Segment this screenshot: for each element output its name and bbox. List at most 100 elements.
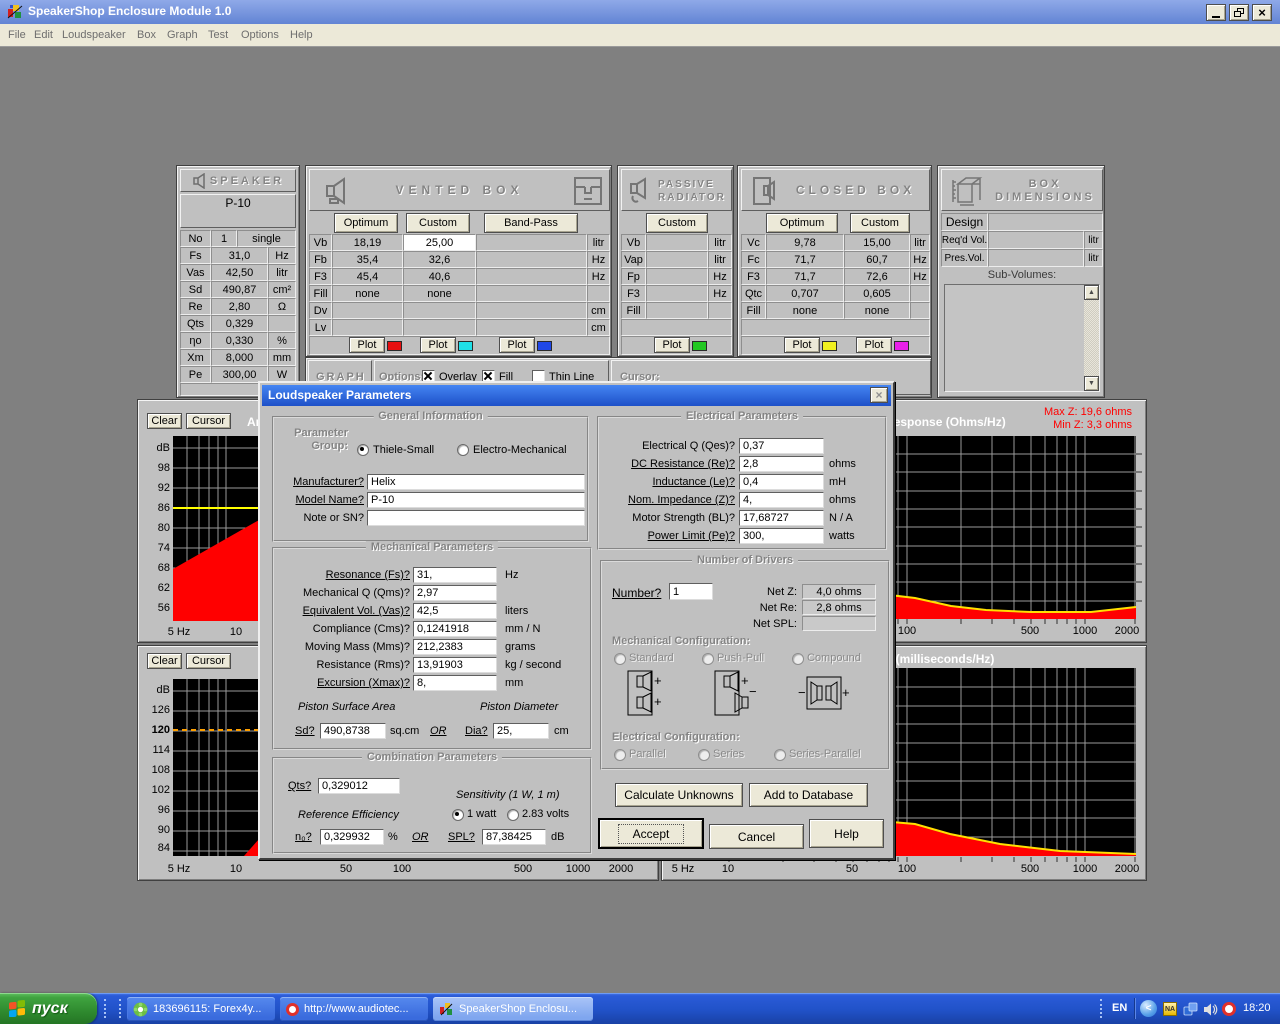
scroll-up-button[interactable]: ▲ xyxy=(1084,285,1099,300)
menu-graph[interactable]: Graph xyxy=(167,29,198,41)
speakershop-icon xyxy=(439,1002,454,1017)
minimize-button[interactable] xyxy=(1206,4,1226,21)
mms-field[interactable] xyxy=(413,639,497,655)
sd-field[interactable] xyxy=(320,723,386,739)
vented-custom-lv[interactable] xyxy=(403,319,476,336)
z-field[interactable] xyxy=(739,492,824,508)
tray-network-icon[interactable] xyxy=(1183,1002,1198,1017)
spl-cursor-button[interactable]: Cursor xyxy=(186,653,231,669)
qms-field[interactable] xyxy=(413,585,497,601)
vented-custom-button[interactable]: Custom xyxy=(406,213,470,233)
spl-clear-button[interactable]: Clear xyxy=(147,653,182,669)
no-field[interactable] xyxy=(320,829,384,845)
xmax-field[interactable] xyxy=(413,675,497,691)
vented-custom-plot-button[interactable]: Plot xyxy=(420,337,456,353)
tray-chevron-icon[interactable]: < xyxy=(1140,1000,1157,1017)
qes-field[interactable] xyxy=(739,438,824,454)
number-field[interactable] xyxy=(669,583,713,600)
menu-test[interactable]: Test xyxy=(208,29,228,41)
menu-options[interactable]: Options xyxy=(241,29,279,41)
restore-button[interactable] xyxy=(1229,4,1249,21)
vented-optimum-button[interactable]: Optimum xyxy=(334,213,398,233)
tray-antivirus-icon[interactable]: NA xyxy=(1163,1002,1177,1016)
language-indicator[interactable]: EN xyxy=(1112,1002,1127,1014)
vented-custom-fb[interactable]: 32,6 xyxy=(403,251,476,268)
bl-field[interactable] xyxy=(739,510,824,526)
pr-custom-fp[interactable] xyxy=(646,268,708,285)
tray-clock[interactable]: 18:20 xyxy=(1243,1002,1271,1014)
menu-file[interactable]: File xyxy=(8,29,26,41)
menu-edit[interactable]: Edit xyxy=(34,29,53,41)
vented-optimum-fill: none xyxy=(332,285,403,302)
re-field[interactable] xyxy=(739,456,824,472)
pr-plot-button[interactable]: Plot xyxy=(654,337,690,353)
one-watt-radio[interactable] xyxy=(452,809,464,821)
vas-field[interactable] xyxy=(413,603,497,619)
cms-field[interactable] xyxy=(413,621,497,637)
closed-custom-button[interactable]: Custom xyxy=(850,213,910,233)
le-field[interactable] xyxy=(739,474,824,490)
pe-field[interactable] xyxy=(739,528,824,544)
calculate-unknowns-button[interactable]: Calculate Unknowns xyxy=(615,783,743,807)
vented-optimum-vb: 18,19 xyxy=(332,234,403,251)
rms-field[interactable] xyxy=(413,657,497,673)
pr-custom-button[interactable]: Custom xyxy=(646,213,708,233)
no-label: n₀? xyxy=(295,831,312,843)
row-unit: Hz xyxy=(587,268,610,285)
scrollbar[interactable]: ▲ ▼ xyxy=(1084,285,1099,391)
amplitude-clear-button[interactable]: Clear xyxy=(147,413,182,429)
closed-custom-fc[interactable]: 60,7 xyxy=(844,251,910,268)
taskbar-item-speakershop[interactable]: SpeakerShop Enclosu... xyxy=(433,997,593,1021)
taskbar-item-browser[interactable]: http://www.audiotec... xyxy=(280,997,428,1021)
bl-unit: N / A xyxy=(829,512,853,524)
pr-custom-vap[interactable] xyxy=(646,251,708,268)
sub-volumes-list[interactable]: ▲ ▼ xyxy=(944,284,1100,392)
closed-optimum-button[interactable]: Optimum xyxy=(766,213,838,233)
menu-help[interactable]: Help xyxy=(290,29,313,41)
fs-field[interactable] xyxy=(413,567,497,583)
tray-volume-icon[interactable] xyxy=(1203,1002,1218,1017)
amplitude-cursor-button[interactable]: Cursor xyxy=(186,413,231,429)
help-button[interactable]: Help xyxy=(809,819,884,848)
pr-custom-f3[interactable] xyxy=(646,285,708,302)
vented-custom-dv[interactable] xyxy=(403,302,476,319)
quicklaunch-handle[interactable] xyxy=(104,999,109,1018)
x-tick: 2000 xyxy=(1115,863,1139,875)
manufacturer-field[interactable] xyxy=(367,474,585,490)
accept-button[interactable]: Accept xyxy=(598,818,704,849)
tray-opera-icon[interactable] xyxy=(1222,1002,1236,1016)
closed-custom-qtc[interactable]: 0,605 xyxy=(844,285,910,302)
pr-custom-fill[interactable] xyxy=(646,302,708,319)
add-to-database-button[interactable]: Add to Database xyxy=(749,783,868,807)
pr-custom-vb[interactable] xyxy=(646,234,708,251)
closed-custom-f3[interactable]: 72,6 xyxy=(844,268,910,285)
vented-custom-fill[interactable]: none xyxy=(403,285,476,302)
vented-bandpass-plot-button[interactable]: Plot xyxy=(499,337,535,353)
cancel-button[interactable]: Cancel xyxy=(709,824,804,849)
thiele-small-radio[interactable] xyxy=(357,444,369,456)
scroll-down-button[interactable]: ▼ xyxy=(1084,376,1099,391)
closed-optimum-plot-button[interactable]: Plot xyxy=(784,337,820,353)
dialog-close-button[interactable]: × xyxy=(870,387,888,403)
qts-field[interactable] xyxy=(318,778,400,794)
closed-custom-plot-button[interactable]: Plot xyxy=(856,337,892,353)
vented-bandpass-button[interactable]: Band-Pass xyxy=(484,213,578,233)
dia-field[interactable] xyxy=(493,723,549,739)
note-sn-field[interactable] xyxy=(367,510,585,526)
vented-optimum-plot-button[interactable]: Plot xyxy=(349,337,385,353)
vented-custom-vb[interactable]: 25,00 xyxy=(403,234,476,251)
two83-volts-radio[interactable] xyxy=(507,809,519,821)
spl-field[interactable] xyxy=(482,829,546,845)
closed-custom-fill[interactable]: none xyxy=(844,302,910,319)
close-button[interactable]: × xyxy=(1252,4,1272,21)
menu-box[interactable]: Box xyxy=(137,29,156,41)
taskbar-item-forex[interactable]: 183696115: Forex4y... xyxy=(127,997,275,1021)
tasklist-handle[interactable] xyxy=(119,999,124,1018)
general-information-title: General Information xyxy=(373,410,488,422)
vented-custom-f3[interactable]: 40,6 xyxy=(403,268,476,285)
closed-custom-vc[interactable]: 15,00 xyxy=(844,234,910,251)
model-name-field[interactable] xyxy=(367,492,585,508)
menu-loudspeaker[interactable]: Loudspeaker xyxy=(62,29,126,41)
start-button[interactable]: пуск xyxy=(0,993,97,1024)
electro-mechanical-radio[interactable] xyxy=(457,444,469,456)
